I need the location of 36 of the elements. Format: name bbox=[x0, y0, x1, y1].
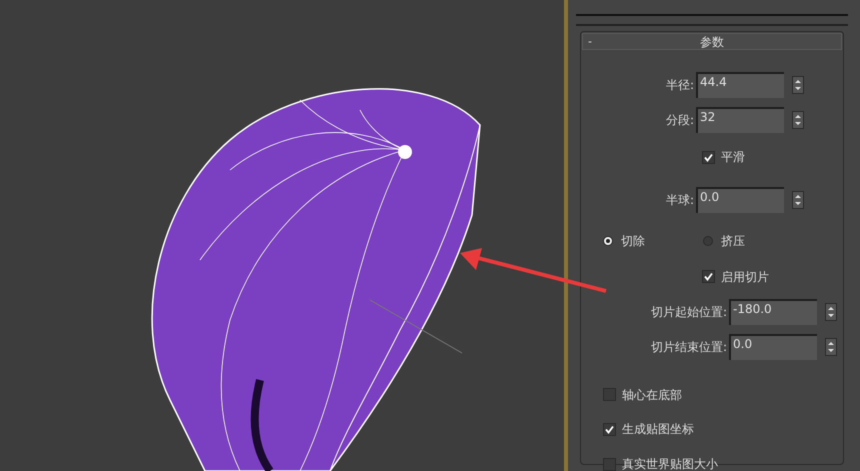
number-field[interactable]: 0.0 bbox=[729, 334, 817, 360]
spinner-button[interactable] bbox=[792, 76, 804, 94]
spinner-button[interactable] bbox=[792, 190, 804, 208]
up-down-arrows-icon bbox=[795, 78, 801, 90]
number-field[interactable]: -180.0 bbox=[729, 298, 817, 324]
radio-button[interactable] bbox=[603, 236, 613, 246]
field-label: 切片结束位置: bbox=[650, 338, 727, 356]
checkbox[interactable] bbox=[603, 388, 616, 401]
checkbox-label: 生成贴图坐标 bbox=[622, 421, 694, 438]
number-field[interactable]: 0.0 bbox=[696, 186, 784, 212]
field-label: 分段: bbox=[664, 112, 694, 128]
field-label: 半球: bbox=[664, 192, 694, 208]
spinner-button[interactable] bbox=[825, 302, 837, 320]
checkbox-label: 轴心在底部 bbox=[622, 386, 682, 404]
up-down-arrows-icon bbox=[828, 340, 834, 352]
checkbox-label: 启用切片 bbox=[721, 268, 769, 286]
spinner-button[interactable] bbox=[792, 110, 804, 128]
checkbox[interactable] bbox=[603, 458, 616, 470]
number-field[interactable]: 32 bbox=[696, 106, 784, 132]
checkbox[interactable] bbox=[702, 270, 715, 283]
up-down-arrows-icon bbox=[828, 306, 834, 318]
checkbox[interactable] bbox=[702, 150, 715, 164]
field-label: 半径: bbox=[664, 76, 694, 94]
up-down-arrows-icon bbox=[795, 114, 801, 126]
field-label: 切片起始位置: bbox=[650, 304, 727, 320]
checkbox-label: 平滑 bbox=[721, 149, 745, 166]
radio-label: 切除 bbox=[621, 232, 645, 250]
collapse-button[interactable]: - bbox=[583, 36, 597, 47]
spinner-button[interactable] bbox=[825, 338, 837, 356]
checkbox-label: 真实世界贴图大小 bbox=[622, 456, 718, 471]
radio-label: 挤压 bbox=[721, 232, 745, 250]
up-down-arrows-icon bbox=[795, 194, 801, 206]
checkbox[interactable] bbox=[603, 422, 616, 436]
rollout-title: 参数 bbox=[699, 34, 725, 50]
radio-button[interactable] bbox=[703, 236, 713, 246]
number-field[interactable]: 44.4 bbox=[696, 72, 784, 98]
